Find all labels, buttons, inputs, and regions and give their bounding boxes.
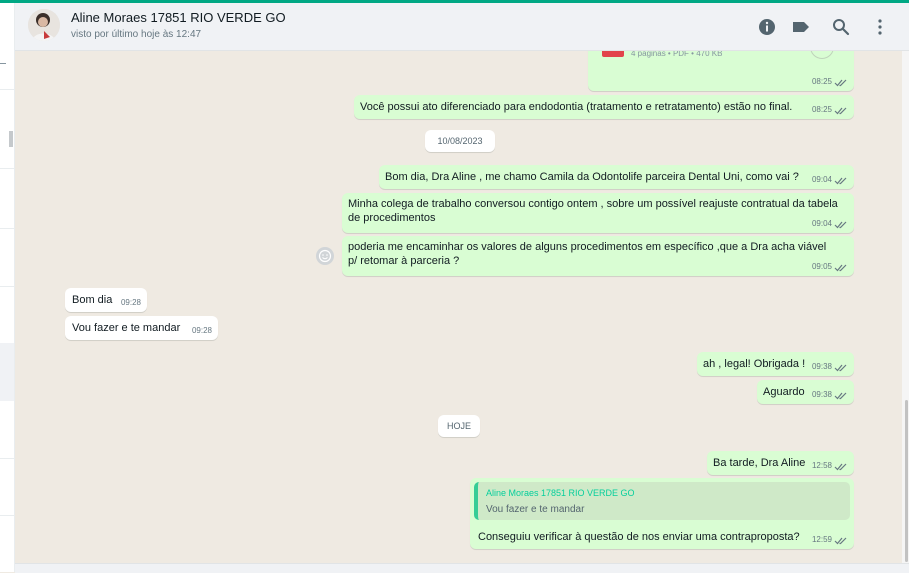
message-bubble-outgoing[interactable]: poderia me encaminhar os valores de algu… xyxy=(342,236,854,276)
message-meta: 12:59 xyxy=(812,533,848,547)
double-check-icon xyxy=(834,364,847,371)
chat-area[interactable]: 4 páginas • PDF • 470 KB 08:25 Você poss… xyxy=(15,51,900,563)
contact-name[interactable]: Aline Moraes 17851 RIO VERDE GO xyxy=(71,10,286,25)
more-vertical-icon[interactable] xyxy=(870,17,890,37)
message-text: Conseguiu verificar à questão de nos env… xyxy=(478,531,800,543)
double-check-icon xyxy=(834,537,847,544)
double-check-icon xyxy=(834,79,847,86)
message-meta: 08:25 xyxy=(812,75,848,89)
date-divider: 10/08/2023 xyxy=(425,130,495,152)
message-meta: 08:25 xyxy=(812,103,848,117)
info-icon[interactable] xyxy=(757,17,777,37)
chat-list-pane[interactable] xyxy=(0,3,15,572)
message-meta: 09:28 xyxy=(192,324,212,338)
message-text: ah , legal! Obrigada ! xyxy=(703,358,806,370)
message-time: 09:38 xyxy=(811,362,832,371)
message-bubble-outgoing[interactable]: Você possui ato diferenciado para endodo… xyxy=(354,95,854,119)
message-bubble-incoming[interactable]: Vou fazer e te mandar 09:28 xyxy=(65,316,218,340)
message-text: Aguardo xyxy=(763,386,805,398)
avatar[interactable] xyxy=(28,9,60,41)
double-check-icon xyxy=(834,463,847,470)
message-text: Bom dia, Dra Aline , me chamo Camila da … xyxy=(385,171,799,183)
message-text: Você possui ato diferenciado para endodo… xyxy=(360,101,793,113)
filter-icon[interactable] xyxy=(0,63,6,64)
message-meta: 09:28 xyxy=(121,296,141,310)
double-check-icon xyxy=(834,392,847,399)
message-bubble-outgoing[interactable]: ah , legal! Obrigada ! 09:38 xyxy=(697,352,854,376)
label-icon[interactable] xyxy=(791,17,811,37)
message-bubble-outgoing[interactable]: Aguardo 09:38 xyxy=(757,380,854,404)
list-divider xyxy=(0,458,14,459)
list-divider xyxy=(0,515,14,516)
message-text: Ba tarde, Dra Aline xyxy=(713,457,806,469)
message-meta: 12:58 xyxy=(812,459,848,473)
message-time: 08:25 xyxy=(811,77,832,86)
message-time: 09:05 xyxy=(811,262,832,271)
date-divider: HOJE xyxy=(438,415,480,437)
double-check-icon xyxy=(834,107,847,114)
list-divider xyxy=(0,228,14,229)
document-message-bubble[interactable]: 4 páginas • PDF • 470 KB 08:25 xyxy=(588,51,854,91)
document-meta: 4 páginas • PDF • 470 KB xyxy=(631,51,723,58)
list-divider xyxy=(0,286,14,287)
pdf-icon xyxy=(602,51,624,57)
list-scroll-mark xyxy=(9,131,13,147)
list-divider xyxy=(0,89,14,90)
message-meta: 09:04 xyxy=(812,173,848,187)
message-meta: 09:38 xyxy=(812,388,848,402)
selected-chat-item[interactable] xyxy=(0,343,14,401)
message-bubble-outgoing[interactable]: Ba tarde, Dra Aline 12:58 xyxy=(707,451,854,475)
message-time: 09:28 xyxy=(120,298,141,307)
message-meta: 09:05 xyxy=(812,260,848,274)
chat-header: Aline Moraes 17851 RIO VERDE GO visto po… xyxy=(15,3,909,51)
message-time: 12:59 xyxy=(811,535,832,544)
list-divider xyxy=(0,168,14,169)
message-time: 09:28 xyxy=(191,326,212,335)
chat-scrollbar-thumb[interactable] xyxy=(905,400,908,562)
reply-message-bubble[interactable]: Aline Moraes 17851 RIO VERDE GO Vou faze… xyxy=(470,478,854,549)
message-text: poderia me encaminhar os valores de algu… xyxy=(348,241,827,267)
last-seen-status: visto por último hoje às 12:47 xyxy=(71,29,202,40)
quoted-message[interactable]: Aline Moraes 17851 RIO VERDE GO Vou faze… xyxy=(474,482,850,520)
quoted-text: Vou fazer e te mandar xyxy=(486,504,585,515)
message-text: Bom dia xyxy=(72,294,113,306)
quoted-author: Aline Moraes 17851 RIO VERDE GO xyxy=(486,488,635,498)
message-time: 08:25 xyxy=(811,105,832,114)
double-check-icon xyxy=(834,221,847,228)
message-time: 09:04 xyxy=(811,219,832,228)
message-bubble-outgoing[interactable]: Minha colega de trabalho conversou conti… xyxy=(342,193,854,233)
message-bubble-outgoing[interactable]: Bom dia, Dra Aline , me chamo Camila da … xyxy=(379,165,854,189)
message-time: 09:04 xyxy=(811,175,832,184)
double-check-icon xyxy=(834,264,847,271)
message-bubble-incoming[interactable]: Bom dia 09:28 xyxy=(65,288,147,312)
message-time: 12:58 xyxy=(811,461,832,470)
message-meta: 09:04 xyxy=(812,217,848,231)
message-time: 09:38 xyxy=(811,390,832,399)
smiley-icon[interactable] xyxy=(316,247,334,265)
search-icon[interactable] xyxy=(831,17,851,37)
download-icon[interactable] xyxy=(810,51,834,59)
message-meta: 09:38 xyxy=(812,360,848,374)
message-text: Minha colega de trabalho conversou conti… xyxy=(348,198,838,224)
message-text: Vou fazer e te mandar xyxy=(72,322,181,334)
double-check-icon xyxy=(834,177,847,184)
avatar-image xyxy=(28,9,60,41)
